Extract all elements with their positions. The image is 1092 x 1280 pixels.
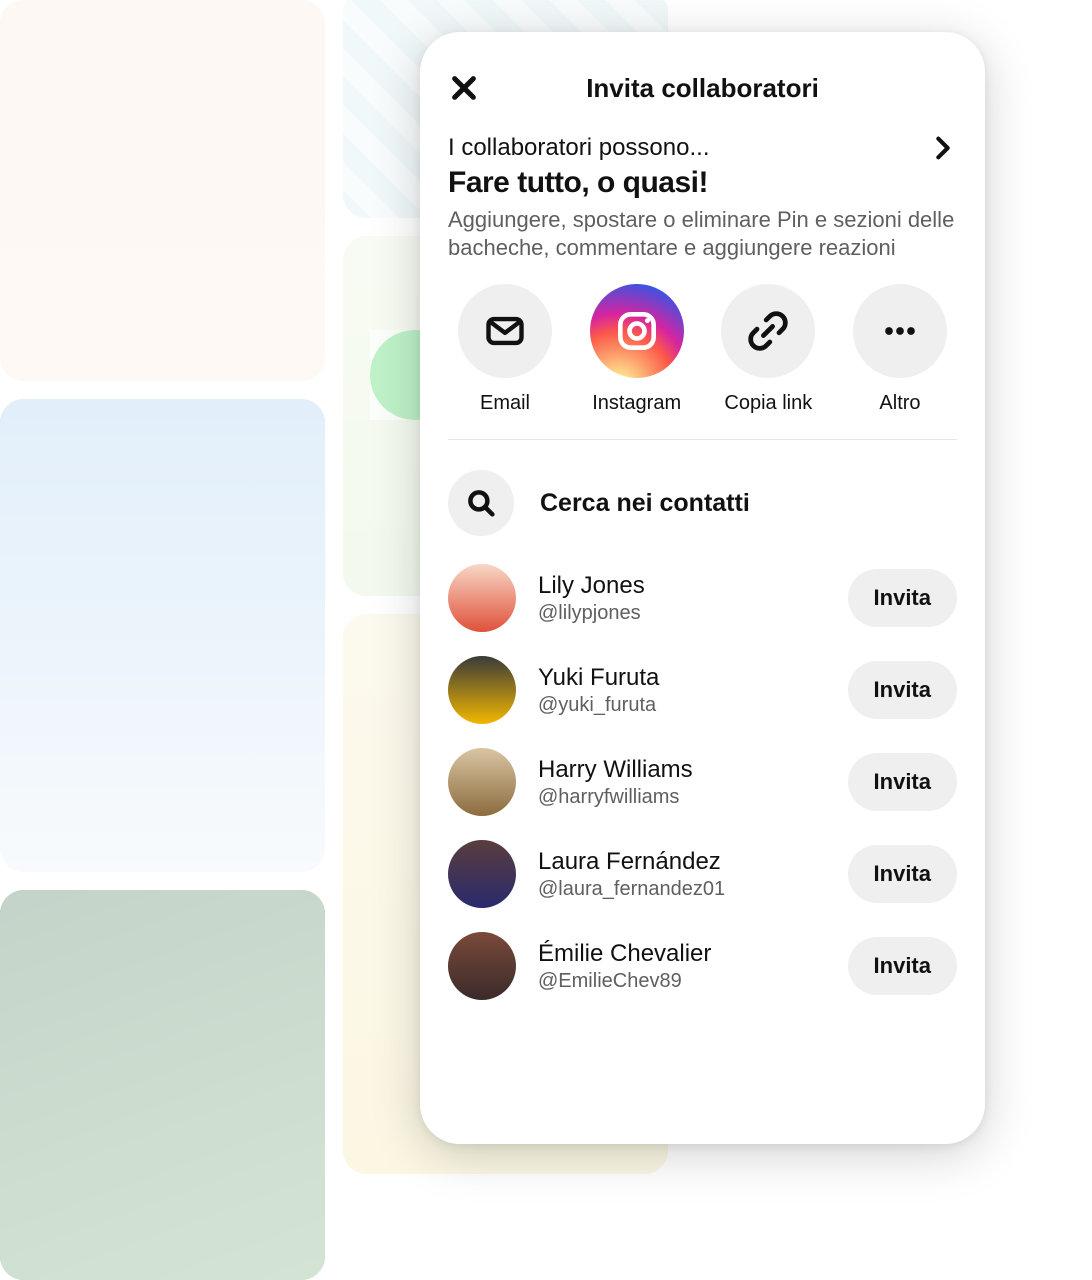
link-icon [746, 309, 790, 353]
chevron-right-icon [929, 134, 957, 162]
close-icon [448, 72, 480, 104]
contact-name: Laura Fernández [538, 848, 826, 876]
avatar [448, 656, 516, 724]
permissions-label: I collaboratori possono... [448, 134, 709, 162]
pin-card [0, 0, 325, 381]
avatar [448, 748, 516, 816]
permissions-headline: Fare tutto, o quasi! [420, 162, 985, 200]
contact-row: Laura Fernández @laura_fernandez01 Invit… [448, 840, 957, 908]
contact-handle: @lilypjones [538, 602, 826, 625]
share-options-row: Email Instagram [420, 284, 985, 415]
permissions-row[interactable]: I collaboratori possono... [420, 134, 985, 162]
contact-handle: @laura_fernandez01 [538, 878, 826, 901]
copy-link-button[interactable]: Copia link [703, 284, 833, 415]
share-more-button[interactable]: Altro [835, 284, 965, 415]
instagram-icon [612, 306, 662, 356]
close-button[interactable] [442, 66, 486, 110]
share-email-button[interactable]: Email [440, 284, 570, 415]
invite-button[interactable]: Invita [848, 937, 957, 995]
avatar [448, 840, 516, 908]
pin-card [0, 890, 325, 1280]
pin-card [0, 399, 325, 872]
contact-name: Lily Jones [538, 572, 826, 600]
share-email-label: Email [480, 392, 530, 415]
share-more-label: Altro [879, 392, 920, 415]
sheet-title: Invita collaboratori [586, 73, 819, 104]
invite-button[interactable]: Invita [848, 569, 957, 627]
contact-handle: @EmilieChev89 [538, 970, 826, 993]
contact-row: Lily Jones @lilypjones Invita [448, 564, 957, 632]
share-instagram-label: Instagram [592, 392, 681, 415]
invite-collaborators-sheet: Invita collaboratori I collaboratori pos… [420, 32, 985, 1144]
email-icon [483, 309, 527, 353]
share-instagram-button[interactable]: Instagram [572, 284, 702, 415]
search-icon [464, 486, 498, 520]
contact-handle: @harryfwilliams [538, 786, 826, 809]
contact-name: Émilie Chevalier [538, 940, 826, 968]
invite-button[interactable]: Invita [848, 661, 957, 719]
invite-button[interactable]: Invita [848, 753, 957, 811]
contact-handle: @yuki_furuta [538, 694, 826, 717]
divider [448, 439, 957, 440]
search-contacts-row[interactable]: Cerca nei contatti [420, 470, 985, 536]
contact-name: Harry Williams [538, 756, 826, 784]
avatar [448, 564, 516, 632]
avatar [448, 932, 516, 1000]
sheet-header: Invita collaboratori [420, 60, 985, 116]
permissions-description: Aggiungere, spostare o eliminare Pin e s… [420, 200, 985, 262]
copy-link-label: Copia link [724, 392, 812, 415]
contact-row: Yuki Furuta @yuki_furuta Invita [448, 656, 957, 724]
contact-row: Émilie Chevalier @EmilieChev89 Invita [448, 932, 957, 1000]
invite-button[interactable]: Invita [848, 845, 957, 903]
search-placeholder: Cerca nei contatti [540, 489, 750, 518]
contact-name: Yuki Furuta [538, 664, 826, 692]
contact-row: Harry Williams @harryfwilliams Invita [448, 748, 957, 816]
more-icon [878, 309, 922, 353]
contact-list: Lily Jones @lilypjones Invita Yuki Furut… [420, 564, 985, 1000]
